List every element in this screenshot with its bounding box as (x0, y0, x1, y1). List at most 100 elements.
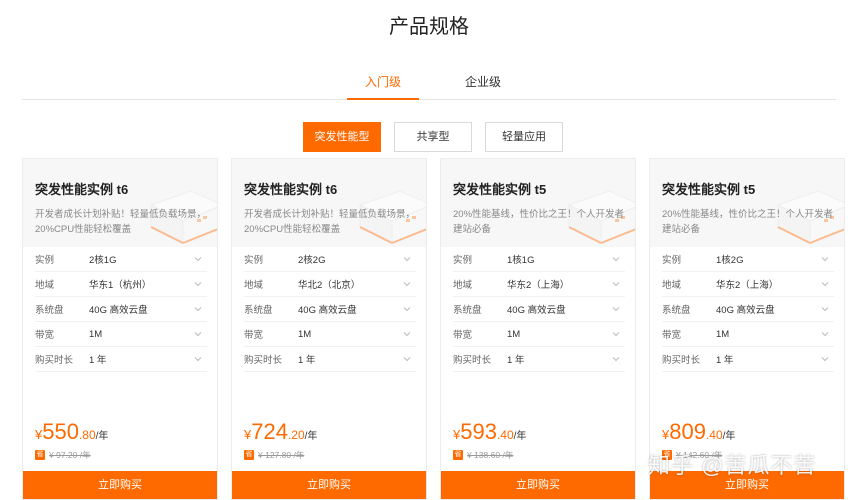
spec-bandwidth-select[interactable]: 带宽 1M (244, 322, 416, 347)
spec-value: 2核2G (298, 255, 326, 266)
chevron-down-icon (403, 332, 411, 337)
spec-disk-select[interactable]: 系统盘 40G 高效云盘 (244, 297, 416, 322)
spec-value: 1M (716, 328, 730, 340)
product-card: 突发性能实例 t6 开发者成长计划补贴！轻量低负载场景，20%CPU性能轻松覆盖… (22, 158, 218, 500)
tab-enterprise-level[interactable]: 企业级 (447, 70, 519, 100)
original-price-row: 省 ¥ 97.20 /年 (35, 449, 91, 461)
spec-duration-select[interactable]: 购买时长 1 年 (244, 347, 416, 372)
spec-instance-select[interactable]: 实例 2核1G (35, 247, 207, 272)
spec-region-select[interactable]: 地域 华东2（上海） (453, 272, 625, 297)
card-title: 突发性能实例 t5 (453, 182, 547, 197)
spec-value: 1M (507, 328, 521, 340)
price-unit: /年 (95, 431, 109, 442)
spec-instance-select[interactable]: 实例 1核1G (453, 247, 625, 272)
level-tabs: 入门级 企业级 (0, 70, 858, 100)
spec-region-select[interactable]: 地域 华北2（北京） (244, 272, 416, 297)
type-lightweight-button[interactable]: 轻量应用 (485, 122, 563, 152)
spec-value: 华东2（上海） (507, 280, 570, 291)
card-description: 开发者成长计划补贴！轻量低负载场景，20%CPU性能轻松覆盖 (244, 209, 416, 235)
price-decimal: .20 (287, 428, 305, 442)
buy-now-button[interactable]: 立即购买 (441, 471, 635, 499)
spec-label: 地域 (244, 280, 264, 291)
chevron-down-icon (403, 257, 411, 262)
price-unit: /年 (513, 431, 527, 442)
chevron-down-icon (821, 307, 829, 312)
chevron-down-icon (403, 282, 411, 287)
spec-list: 实例 1核2G 地域 华东2（上海） 系统盘 40G 高效云盘 带宽 1M 购买… (650, 247, 844, 372)
spec-value: 1M (298, 328, 312, 340)
price: ¥593.40/年 (453, 419, 526, 445)
tab-entry-level[interactable]: 入门级 (347, 70, 419, 100)
spec-label: 系统盘 (35, 305, 64, 316)
chevron-down-icon (194, 307, 202, 312)
discount-badge: 省 (453, 450, 463, 460)
card-title: 突发性能实例 t6 (35, 182, 129, 197)
spec-list: 实例 2核1G 地域 华东1（杭州） 系统盘 40G 高效云盘 带宽 1M 购买… (23, 247, 217, 372)
price-integer: 809 (669, 419, 706, 444)
chevron-down-icon (821, 282, 829, 287)
spec-value: 1M (89, 328, 103, 340)
original-price: ¥ 127.80 /年 (258, 450, 305, 460)
spec-label: 带宽 (453, 330, 473, 341)
spec-value: 1核1G (507, 255, 535, 266)
chevron-down-icon (821, 357, 829, 362)
spec-label: 实例 (662, 255, 682, 266)
spec-bandwidth-select[interactable]: 带宽 1M (35, 322, 207, 347)
spec-label: 带宽 (244, 330, 264, 341)
spec-instance-select[interactable]: 实例 2核2G (244, 247, 416, 272)
chevron-down-icon (194, 357, 202, 362)
spec-label: 购买时长 (453, 355, 492, 366)
spec-duration-select[interactable]: 购买时长 1 年 (35, 347, 207, 372)
original-price: ¥ 97.20 /年 (49, 450, 91, 460)
chevron-down-icon (821, 257, 829, 262)
price: ¥724.20/年 (244, 419, 317, 445)
discount-badge: 省 (35, 450, 45, 460)
spec-region-select[interactable]: 地域 华东2（上海） (662, 272, 834, 297)
buy-now-button[interactable]: 立即购买 (23, 471, 217, 499)
spec-region-select[interactable]: 地域 华东1（杭州） (35, 272, 207, 297)
card-header: 突发性能实例 t6 开发者成长计划补贴！轻量低负载场景，20%CPU性能轻松覆盖 (23, 159, 217, 247)
spec-label: 系统盘 (662, 305, 691, 316)
spec-disk-select[interactable]: 系统盘 40G 高效云盘 (662, 297, 834, 322)
original-price: ¥ 138.60 /年 (467, 450, 514, 460)
spec-bandwidth-select[interactable]: 带宽 1M (662, 322, 834, 347)
price-integer: 724 (251, 419, 288, 444)
price-decimal: .80 (78, 428, 96, 442)
price: ¥550.80/年 (35, 419, 108, 445)
spec-label: 实例 (244, 255, 264, 266)
card-header: 突发性能实例 t6 开发者成长计划补贴！轻量低负载场景，20%CPU性能轻松覆盖 (232, 159, 426, 247)
card-title: 突发性能实例 t6 (244, 182, 338, 197)
spec-label: 实例 (453, 255, 473, 266)
spec-value: 1 年 (507, 355, 525, 366)
type-shared-button[interactable]: 共享型 (394, 122, 472, 152)
original-price-row: 省 ¥ 138.60 /年 (453, 449, 513, 461)
spec-duration-select[interactable]: 购买时长 1 年 (662, 347, 834, 372)
price: ¥809.40/年 (662, 419, 735, 445)
spec-value: 华北2（北京） (298, 280, 361, 291)
spec-duration-select[interactable]: 购买时长 1 年 (453, 347, 625, 372)
product-card: 突发性能实例 t5 20%性能基线，性价比之王！个人开发者建站必备 实例 1核1… (440, 158, 636, 500)
spec-bandwidth-select[interactable]: 带宽 1M (453, 322, 625, 347)
spec-label: 购买时长 (244, 355, 283, 366)
spec-value: 40G 高效云盘 (507, 305, 566, 316)
spec-label: 带宽 (35, 330, 55, 341)
chevron-down-icon (821, 332, 829, 337)
buy-now-button[interactable]: 立即购买 (650, 471, 844, 499)
instance-type-selector: 突发性能型 共享型 轻量应用 (0, 122, 858, 152)
spec-value: 2核1G (89, 255, 117, 266)
card-title: 突发性能实例 t5 (662, 182, 756, 197)
spec-instance-select[interactable]: 实例 1核2G (662, 247, 834, 272)
original-price-row: 省 ¥ 127.80 /年 (244, 449, 304, 461)
price-integer: 593 (460, 419, 497, 444)
spec-value: 40G 高效云盘 (89, 305, 148, 316)
spec-label: 地域 (35, 280, 55, 291)
spec-disk-select[interactable]: 系统盘 40G 高效云盘 (35, 297, 207, 322)
buy-now-button[interactable]: 立即购买 (232, 471, 426, 499)
spec-label: 系统盘 (244, 305, 273, 316)
chevron-down-icon (612, 357, 620, 362)
type-burstable-button[interactable]: 突发性能型 (303, 122, 381, 152)
chevron-down-icon (194, 257, 202, 262)
spec-label: 实例 (35, 255, 55, 266)
spec-disk-select[interactable]: 系统盘 40G 高效云盘 (453, 297, 625, 322)
spec-value: 1核2G (716, 255, 744, 266)
